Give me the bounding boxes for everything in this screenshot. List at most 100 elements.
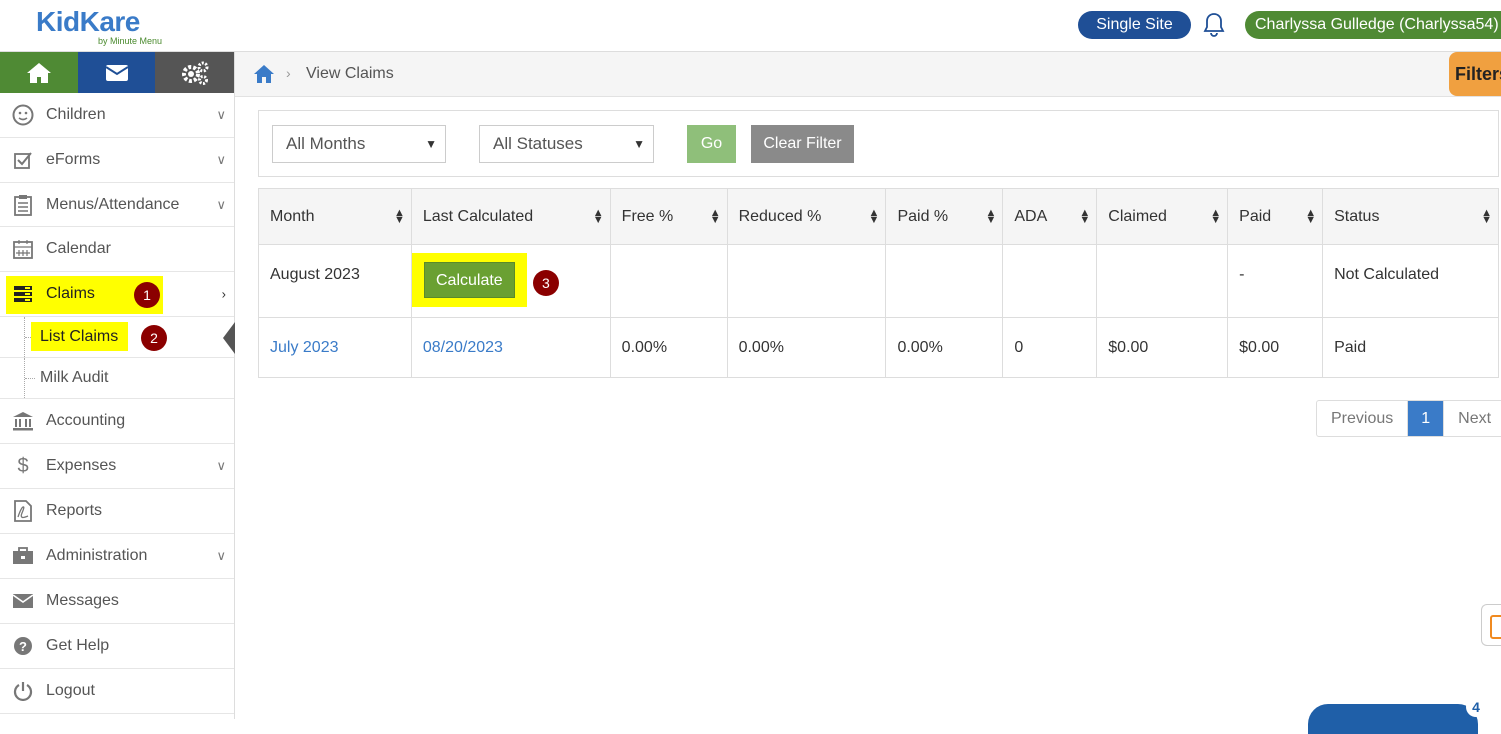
sidebar-item-label: Logout xyxy=(46,682,95,699)
column-header-paid-pct[interactable]: Paid % ▲ ▼ xyxy=(885,188,1004,245)
sidebar-item-administration[interactable]: Administration ∨ xyxy=(0,534,234,579)
top-bar: KidKare by Minute Menu Single Site Charl… xyxy=(0,0,1501,52)
calculate-button[interactable]: Calculate xyxy=(423,262,515,298)
sidebar-subitem-list-claims[interactable]: List Claims 2 xyxy=(0,317,235,358)
home-icon[interactable] xyxy=(253,64,275,84)
envelope-icon xyxy=(12,590,34,612)
sidebar-item-label: Accounting xyxy=(46,412,126,429)
home-icon[interactable] xyxy=(0,52,78,93)
step-badge-1: 1 xyxy=(134,282,160,308)
cell-status: Paid xyxy=(1322,317,1499,378)
sidebar-item-eforms[interactable]: eForms ∨ xyxy=(0,138,234,183)
sidebar-item-get-help[interactable]: ? Get Help xyxy=(0,624,234,669)
cell-ada xyxy=(1002,244,1098,318)
sidebar-item-claims[interactable]: Claims › 1 xyxy=(0,272,234,317)
cell-ada: 0 xyxy=(1002,317,1098,378)
cell-month: August 2023 xyxy=(258,244,412,318)
active-indicator-arrow xyxy=(223,322,235,354)
column-header-label: Paid % xyxy=(897,207,949,225)
column-header-label: ADA xyxy=(1014,207,1048,225)
cell-status: Not Calculated xyxy=(1322,244,1499,318)
sidebar-item-reports[interactable]: Reports xyxy=(0,489,234,534)
column-header-label: Last Calculated xyxy=(422,207,534,225)
column-header-reduced[interactable]: Reduced % ▲ ▼ xyxy=(726,188,887,245)
chevron-down-icon: ∨ xyxy=(216,107,226,122)
sidebar-item-accounting[interactable]: Accounting xyxy=(0,399,234,444)
chevron-down-icon: ∨ xyxy=(216,548,226,563)
month-select[interactable]: All Months ▼ xyxy=(272,125,446,163)
step-badge-3: 3 xyxy=(532,270,559,296)
sidebar-item-label: Reports xyxy=(46,502,103,519)
go-button[interactable]: Go xyxy=(687,125,736,163)
sidebar-item-label: Children xyxy=(46,106,106,123)
status-select-value: All Statuses xyxy=(493,134,583,153)
filters-tab[interactable]: Filters xyxy=(1449,52,1501,96)
previous-page-button[interactable]: Previous xyxy=(1317,401,1409,436)
caret-down-icon: ▼ xyxy=(425,137,437,151)
step-badge-2: 2 xyxy=(141,325,167,351)
column-header-free[interactable]: Free % ▲ ▼ xyxy=(609,188,728,245)
cell-paid-pct xyxy=(885,244,1004,318)
column-header-label: Reduced % xyxy=(738,207,822,225)
chat-widget-button[interactable] xyxy=(1308,704,1478,734)
pdf-file-icon xyxy=(12,500,34,522)
chevron-right-icon: › xyxy=(221,286,226,302)
sidebar-subitem-label: Milk Audit xyxy=(40,369,109,386)
cell-free: 0.00% xyxy=(609,317,728,378)
column-header-last-calculated[interactable]: Last Calculated ▲ ▼ xyxy=(410,188,611,245)
sidebar-item-label: Administration xyxy=(46,547,148,564)
user-menu-button[interactable]: Charlyssa Gulledge (Charlyssa54)∨ xyxy=(1245,11,1501,39)
cell-reduced: 0.00% xyxy=(726,317,887,378)
cell-paid: - xyxy=(1227,244,1324,318)
gears-icon[interactable] xyxy=(155,52,234,93)
page-1-button[interactable]: 1 xyxy=(1408,401,1444,436)
sort-icon: ▲ ▼ xyxy=(709,206,721,226)
sidebar-item-logout[interactable]: Logout xyxy=(0,669,234,714)
cell-last-calculated: 08/20/2023 xyxy=(410,317,611,378)
sidebar-item-calendar[interactable]: Calendar xyxy=(0,227,234,272)
column-header-paid[interactable]: Paid ▲ ▼ xyxy=(1227,188,1324,245)
column-header-label: Claimed xyxy=(1108,207,1167,225)
pagination: Previous 1 Next xyxy=(1316,400,1501,437)
sidebar-item-expenses[interactable]: $ Expenses ∨ xyxy=(0,444,234,489)
chevron-down-icon: ∨ xyxy=(216,152,226,167)
sidebar-item-children[interactable]: Children ∨ xyxy=(0,93,234,138)
sidebar-item-messages[interactable]: Messages xyxy=(0,579,234,624)
chevron-down-icon: ∨ xyxy=(216,458,226,473)
sidebar-item-menus-attendance[interactable]: Menus/Attendance ∨ xyxy=(0,183,234,227)
next-page-button[interactable]: Next xyxy=(1443,401,1501,436)
sidebar-item-label: Calendar xyxy=(46,240,111,257)
column-header-status[interactable]: Status ▲ ▼ xyxy=(1322,188,1499,245)
column-header-label: Free % xyxy=(621,207,674,225)
tree-connector xyxy=(24,358,35,398)
table-row: July 2023 08/20/2023 0.00% 0.00% 0.00% 0… xyxy=(258,317,1499,378)
chevron-down-icon: ∨ xyxy=(216,196,226,212)
column-header-label: Month xyxy=(270,207,315,225)
month-link[interactable]: July 2023 xyxy=(270,339,339,356)
last-calculated-link[interactable]: 08/20/2023 xyxy=(423,339,503,356)
kidkare-logo[interactable]: KidKare by Minute Menu xyxy=(36,4,181,48)
feedback-widget-icon[interactable] xyxy=(1481,604,1501,646)
clipboard-icon xyxy=(12,194,34,216)
status-select[interactable]: All Statuses ▼ xyxy=(479,125,654,163)
bell-icon[interactable] xyxy=(1202,12,1226,38)
check-square-icon xyxy=(12,149,34,171)
single-site-button[interactable]: Single Site xyxy=(1078,11,1191,39)
column-header-ada[interactable]: ADA ▲ ▼ xyxy=(1002,188,1098,245)
column-header-claimed[interactable]: Claimed ▲ ▼ xyxy=(1096,188,1229,245)
claims-icon xyxy=(12,283,34,305)
sidebar-tabs xyxy=(0,52,234,93)
caret-down-icon: ▼ xyxy=(633,137,645,151)
sort-icon: ▲ ▼ xyxy=(1079,206,1091,226)
sort-icon: ▲ ▼ xyxy=(985,206,997,226)
column-header-month[interactable]: Month ▲ ▼ xyxy=(258,188,412,245)
table-row: August 2023 Calculate 3 - Not Calculated xyxy=(258,244,1499,318)
sidebar-subitem-milk-audit[interactable]: Milk Audit xyxy=(0,358,234,399)
logo-text: KidKare xyxy=(36,6,140,37)
month-select-value: All Months xyxy=(286,134,366,153)
envelope-icon[interactable] xyxy=(77,52,156,93)
cell-last-calculated: Calculate 3 xyxy=(410,244,611,318)
cell-paid-pct: 0.00% xyxy=(885,317,1004,378)
sort-icon: ▲ ▼ xyxy=(1481,206,1492,226)
clear-filter-button[interactable]: Clear Filter xyxy=(751,125,854,163)
